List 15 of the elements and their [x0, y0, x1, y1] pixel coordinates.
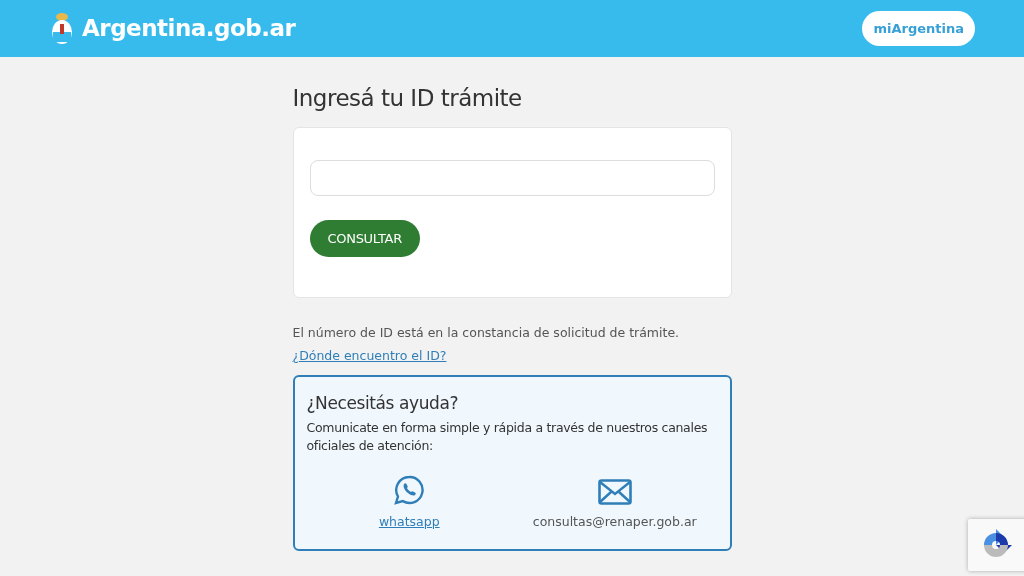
mail-icon [597, 478, 632, 505]
email-address: consultas@renaper.gob.ar [532, 512, 697, 531]
help-title: ¿Necesitás ayuda? [306, 392, 460, 416]
recaptcha-badge[interactable] [968, 519, 1024, 571]
whatsapp-icon[interactable] [394, 474, 425, 505]
help-link[interactable]: ¿Dónde encuentro el ID? [292, 348, 447, 364]
help-text: Comunicate en forma simple y rápida a través de nuestros canales oficiales de atención: [306, 418, 709, 455]
coat-of-arms-icon [50, 11, 74, 46]
page-title: Ingresá tu ID trámite [292, 85, 523, 113]
submit-button[interactable]: CONSULTAR [309, 219, 420, 258]
id-input-field[interactable] [309, 159, 715, 196]
whatsapp-link[interactable]: whatsapp [378, 512, 440, 532]
site-logo-text[interactable]: Argentina.gob.ar [82, 11, 296, 46]
hint-text: El número de ID está en la constancia de solicitud de trámite. [292, 324, 681, 343]
account-button[interactable]: miArgentina [862, 10, 975, 47]
